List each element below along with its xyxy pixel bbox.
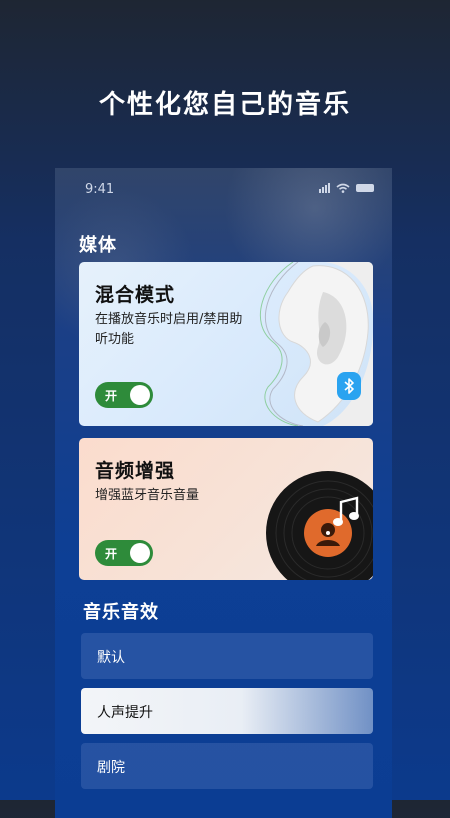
effects-section-title: 音乐音效 <box>83 602 159 623</box>
effect-item-vocal-boost[interactable]: 人声提升 <box>81 688 373 734</box>
audio-boost-description: 增强蓝牙音乐音量 <box>95 488 200 503</box>
effect-item-label: 剧院 <box>97 760 125 776</box>
media-section-title: 媒体 <box>79 235 117 256</box>
mix-mode-toggle-label: 开 <box>105 389 118 403</box>
music-note-icon <box>333 496 359 526</box>
mix-mode-title: 混合模式 <box>95 284 176 306</box>
effect-item-label: 默认 <box>97 650 125 666</box>
phone-screen: 9:41 媒体 混合模式 在播放音乐时启用/禁用助听功能 开 音频增强 增强蓝牙… <box>55 168 392 818</box>
signal-icon <box>319 183 330 193</box>
status-bar: 9:41 <box>55 178 392 200</box>
audio-boost-title: 音频增强 <box>95 460 176 482</box>
status-time: 9:41 <box>85 182 115 197</box>
audio-boost-toggle-label: 开 <box>105 547 118 561</box>
mix-mode-description: 在播放音乐时启用/禁用助听功能 <box>95 312 243 347</box>
effect-item-default[interactable]: 默认 <box>81 633 373 679</box>
headline: 个性化您自己的音乐 <box>98 90 351 120</box>
bluetooth-icon <box>337 372 361 400</box>
toggle-knob <box>130 543 150 563</box>
effect-item-theater[interactable]: 剧院 <box>81 743 373 789</box>
wifi-icon <box>336 183 350 193</box>
audio-boost-card: 音频增强 增强蓝牙音乐音量 开 <box>79 438 373 580</box>
ear-image <box>259 262 373 426</box>
toggle-knob <box>130 385 150 405</box>
mix-mode-card: 混合模式 在播放音乐时启用/禁用助听功能 开 <box>79 262 373 426</box>
effect-item-label: 人声提升 <box>97 705 153 721</box>
battery-icon <box>356 184 374 192</box>
audio-boost-toggle[interactable]: 开 <box>95 540 153 566</box>
status-icons <box>319 183 374 193</box>
mix-mode-toggle[interactable]: 开 <box>95 382 153 408</box>
